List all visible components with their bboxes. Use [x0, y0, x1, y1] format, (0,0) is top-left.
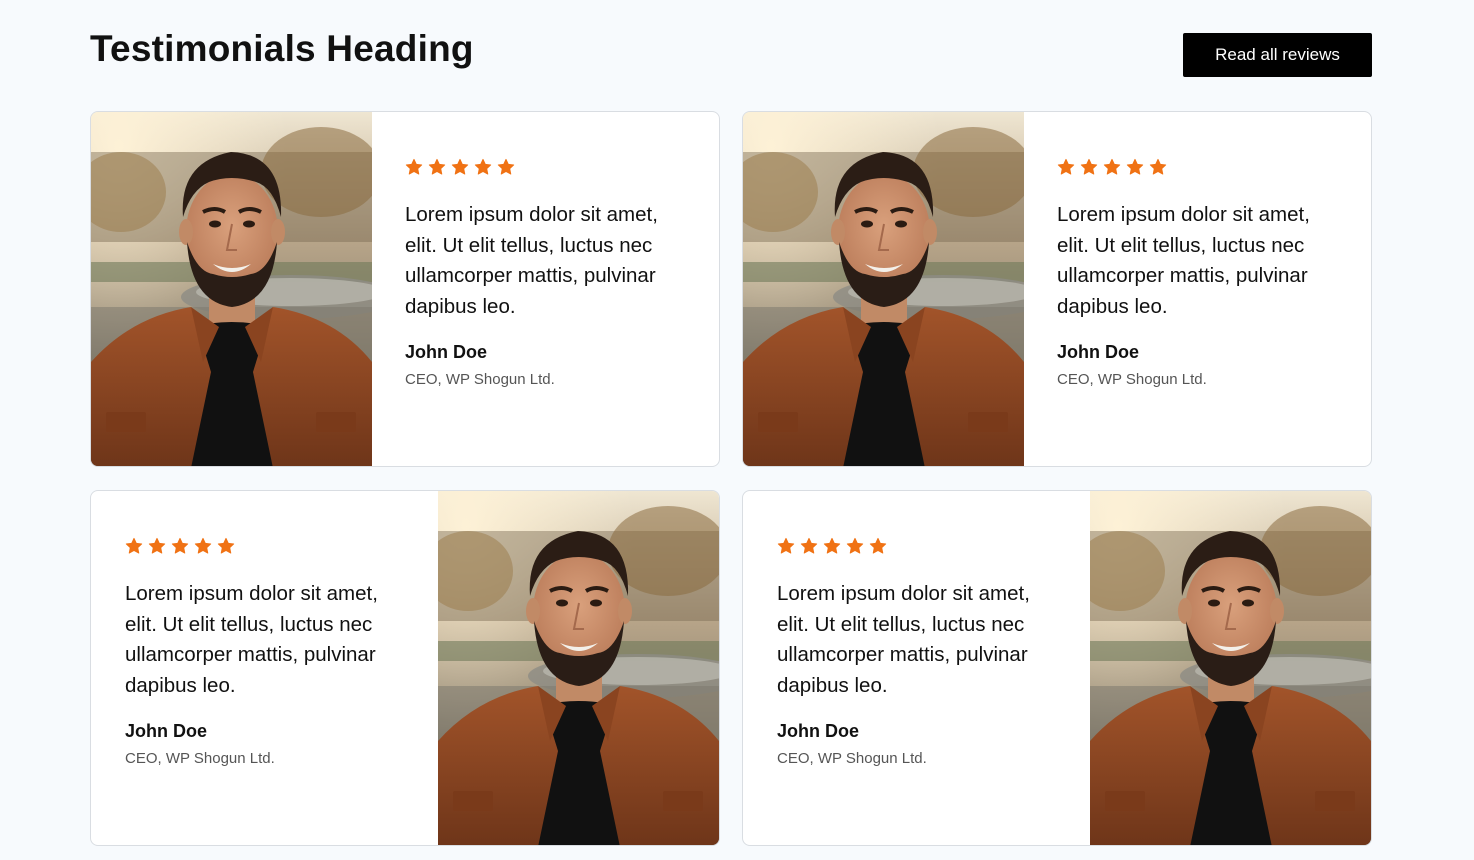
star-icon	[125, 537, 143, 554]
star-icon	[1149, 158, 1167, 175]
star-icon	[194, 537, 212, 554]
testimonial-content: Lorem ipsum dolor sit amet, elit. Ut eli…	[125, 537, 395, 767]
star-icon	[823, 537, 841, 554]
read-all-reviews-button[interactable]: Read all reviews	[1183, 33, 1372, 77]
star-rating	[125, 537, 395, 557]
testimonial-quote: Lorem ipsum dolor sit amet, elit. Ut eli…	[777, 582, 1030, 697]
star-icon	[451, 158, 469, 175]
reviewer-role: CEO, WP Shogun Ltd.	[777, 750, 927, 767]
star-icon	[497, 158, 515, 175]
reviewer-name: John Doe	[405, 342, 488, 362]
star-icon	[1103, 158, 1121, 175]
testimonial-quote: Lorem ipsum dolor sit amet, elit. Ut eli…	[1057, 203, 1310, 318]
star-icon	[800, 537, 818, 554]
testimonials-section: Testimonials Heading Read all reviews Lo…	[0, 0, 1474, 860]
reviewer-photo	[438, 491, 719, 845]
star-icon	[217, 537, 235, 554]
reviewer-role: CEO, WP Shogun Ltd.	[125, 750, 275, 767]
reviewer-name: John Doe	[1057, 342, 1140, 362]
testimonial-content: Lorem ipsum dolor sit amet, elit. Ut eli…	[405, 158, 675, 388]
reviewer-photo	[1090, 491, 1371, 845]
reviewer-photo	[743, 112, 1024, 466]
testimonial-content: Lorem ipsum dolor sit amet, elit. Ut eli…	[1057, 158, 1327, 388]
reviewer-role: CEO, WP Shogun Ltd.	[405, 371, 555, 388]
star-icon	[777, 537, 795, 554]
star-icon	[869, 537, 887, 554]
testimonial-content: Lorem ipsum dolor sit amet, elit. Ut eli…	[777, 537, 1047, 767]
star-rating	[1057, 158, 1327, 178]
reviewer-name: John Doe	[777, 721, 860, 741]
star-rating	[405, 158, 675, 178]
reviewer-photo	[91, 112, 372, 466]
star-icon	[474, 158, 492, 175]
testimonial-card: Lorem ipsum dolor sit amet, elit. Ut eli…	[90, 490, 720, 846]
reviewer-role: CEO, WP Shogun Ltd.	[1057, 371, 1207, 388]
testimonial-card: Lorem ipsum dolor sit amet, elit. Ut eli…	[90, 111, 720, 467]
testimonial-quote: Lorem ipsum dolor sit amet, elit. Ut eli…	[125, 582, 378, 697]
testimonial-quote: Lorem ipsum dolor sit amet, elit. Ut eli…	[405, 203, 658, 318]
section-heading: Testimonials Heading	[90, 28, 474, 69]
testimonial-card: Lorem ipsum dolor sit amet, elit. Ut eli…	[742, 111, 1372, 467]
star-icon	[846, 537, 864, 554]
star-icon	[428, 158, 446, 175]
testimonial-card: Lorem ipsum dolor sit amet, elit. Ut eli…	[742, 490, 1372, 846]
reviewer-name: John Doe	[125, 721, 208, 741]
star-icon	[148, 537, 166, 554]
star-icon	[1126, 158, 1144, 175]
star-icon	[1057, 158, 1075, 175]
star-icon	[405, 158, 423, 175]
star-icon	[171, 537, 189, 554]
star-icon	[1080, 158, 1098, 175]
star-rating	[777, 537, 1047, 557]
